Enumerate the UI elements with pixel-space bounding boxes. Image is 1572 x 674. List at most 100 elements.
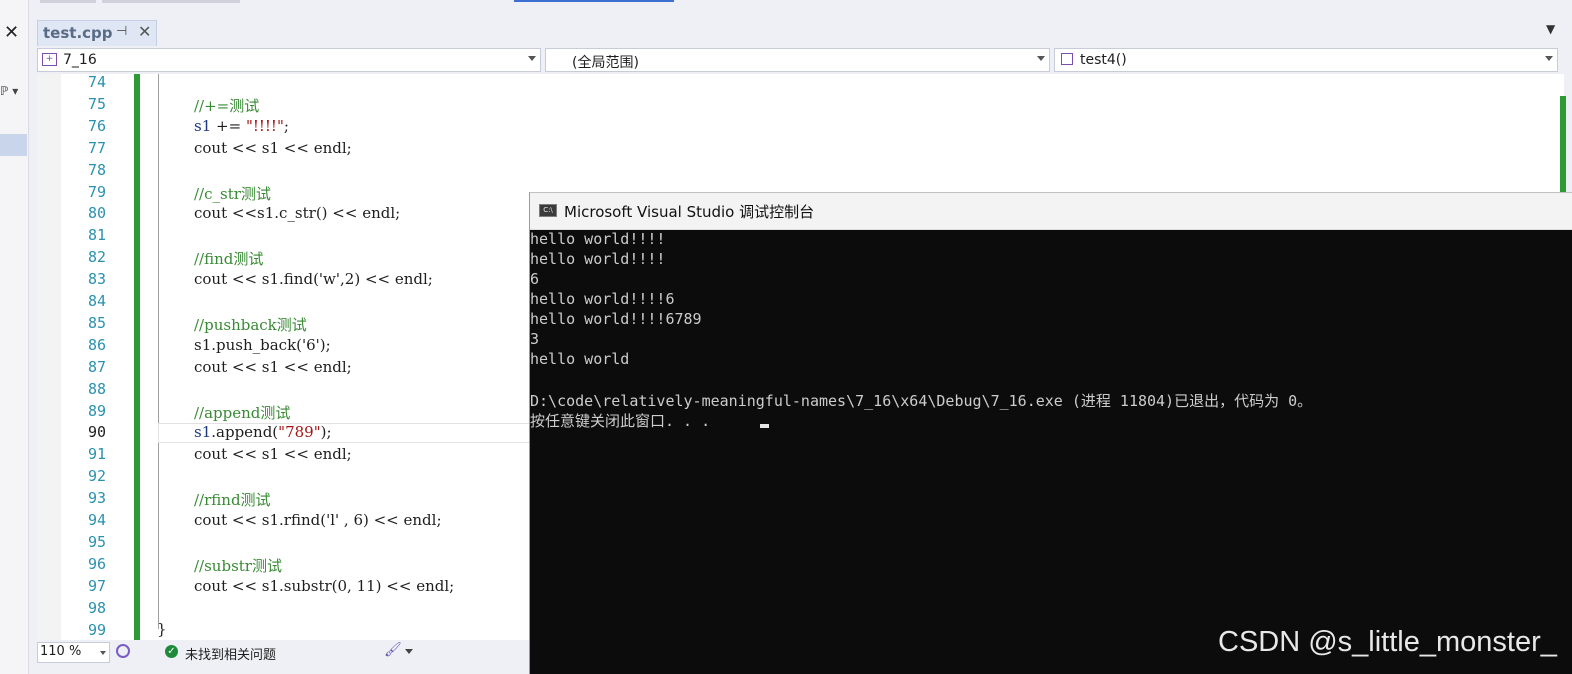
line-number: 82 [87,248,106,266]
code-line: cout << s1 << endl; [194,358,352,376]
code-line: //rfind测试 [194,489,271,510]
code-token: += [211,117,246,135]
code-text: cout << s1 << endl; [194,139,352,157]
line-number: 95 [87,533,106,551]
line-number: 77 [87,139,106,157]
console-title-bar[interactable]: C:\ Microsoft Visual Studio 调试控制台 [530,193,1572,230]
console-output-line: D:\code\relatively-meaningful-names\7_16… [530,392,1313,410]
console-app-icon: C:\ [539,204,557,217]
code-line: s1 += "!!!!"; [194,117,289,135]
top-toolbar-item[interactable] [102,0,240,3]
glyph-margin[interactable] [37,74,61,640]
console-title: Microsoft Visual Studio 调试控制台 [564,203,815,221]
tab-test-cpp[interactable]: test.cpp ⊣ ✕ [37,20,157,46]
code-line: cout << s1.rfind('l' , 6) << endl; [194,511,442,529]
scrollbar-change-marker[interactable] [1560,96,1566,196]
console-output-line: hello world!!!!6789 [530,310,702,328]
editor-status-bar [37,640,531,666]
code-line: s1.append("789"); [194,423,332,441]
line-number: 83 [87,270,106,288]
code-line: //+=测试 [194,95,259,116]
line-number: 99 [87,621,106,639]
scope-dropdown[interactable]: (全局范围) [545,48,1050,72]
line-number: 89 [87,402,106,420]
code-comment: //find测试 [194,250,264,268]
line-number: 91 [87,445,106,463]
line-number: 74 [87,73,106,91]
code-comment: //pushback测试 [194,316,307,334]
pin-icon[interactable]: ⊣ [116,24,127,39]
code-line: cout << s1 << endl; [194,139,352,157]
line-number: 94 [87,511,106,529]
tab-label: test.cpp [43,24,113,42]
line-number: 93 [87,489,106,507]
pin-dropdown-icon[interactable]: ℙ ▾ [0,84,18,98]
code-line: //pushback测试 [194,314,307,335]
code-token: .append( [211,423,279,441]
line-number: 76 [87,117,106,135]
code-token: "789" [278,423,321,441]
project-dropdown[interactable]: + 7_16 [37,48,541,72]
code-line: cout << s1.find('w',2) << endl; [194,270,433,288]
code-line: cout <<s1.c_str() << endl; [194,204,400,222]
selected-item-highlight [0,134,27,156]
code-comment: //rfind测试 [194,491,271,509]
top-toolbar-item[interactable] [40,0,96,3]
debug-console-window[interactable] [529,192,1572,674]
line-number: 84 [87,292,106,310]
left-tool-strip [0,0,29,674]
console-output-line: 按任意键关闭此窗口. . . [530,412,711,430]
chevron-down-icon [1037,56,1045,61]
code-comment: //c_str测试 [194,185,271,203]
console-output-line: hello world [530,350,630,368]
code-text: s1.push_back('6'); [194,336,331,354]
code-line: s1.push_back('6'); [194,336,331,354]
function-dropdown[interactable]: test4() [1054,48,1558,72]
code-token: "!!!!" [245,117,284,135]
console-output-line: hello world!!!! [530,250,666,268]
watermark: CSDN @s_little_monster_ [1218,626,1557,658]
line-number: 79 [87,183,106,201]
line-number: 75 [87,95,106,113]
code-token: ); [320,423,332,441]
code-text: cout <<s1.c_str() << endl; [194,204,401,222]
zoom-dropdown[interactable]: 110 % [37,642,110,663]
check-circle-icon: ✓ [165,645,178,658]
scope-name: (全局范围) [572,55,639,71]
chevron-down-icon [100,651,106,655]
code-cleanup-icon[interactable]: 🖌 [384,642,402,658]
code-line: //append测试 [194,402,290,423]
line-number: 81 [87,226,106,244]
code-token: ; [283,117,289,135]
project-icon: + [42,53,57,66]
code-text: cout << s1 << endl; [194,358,352,376]
console-output-line: hello world!!!!6 [530,290,675,308]
zoom-level: 110 % [40,644,82,659]
code-text: cout << s1.rfind('l' , 6) << endl; [194,511,442,529]
code-line: //c_str测试 [194,183,271,204]
console-output-line: 3 [530,330,540,348]
chevron-down-icon [528,56,536,61]
tab-overflow-icon[interactable]: ▼ [1546,22,1555,36]
line-number: 85 [87,314,106,332]
close-icon[interactable]: ✕ [4,22,19,43]
chevron-down-icon [1545,56,1553,61]
fold-guide-line [158,74,159,629]
close-icon[interactable]: ✕ [138,22,151,41]
code-token: s1 [194,117,212,135]
issues-status[interactable]: 未找到相关问题 [185,644,276,663]
line-number: 88 [87,380,106,398]
function-name: test4() [1080,52,1127,68]
console-output-line: 6 [530,270,540,288]
code-line: //find测试 [194,248,263,269]
project-name: 7_16 [63,52,97,68]
code-comment: //append测试 [194,404,291,422]
code-line: cout << s1 << endl; [194,445,352,463]
copilot-icon[interactable] [116,644,130,658]
line-number: 90 [87,423,106,441]
code-text: cout << s1 << endl; [194,445,352,463]
change-tracking-bar [134,74,140,640]
chevron-down-icon[interactable] [405,649,413,654]
code-text: cout << s1.substr(0, 11) << endl; [194,577,455,595]
code-comment: //substr测试 [194,557,282,575]
